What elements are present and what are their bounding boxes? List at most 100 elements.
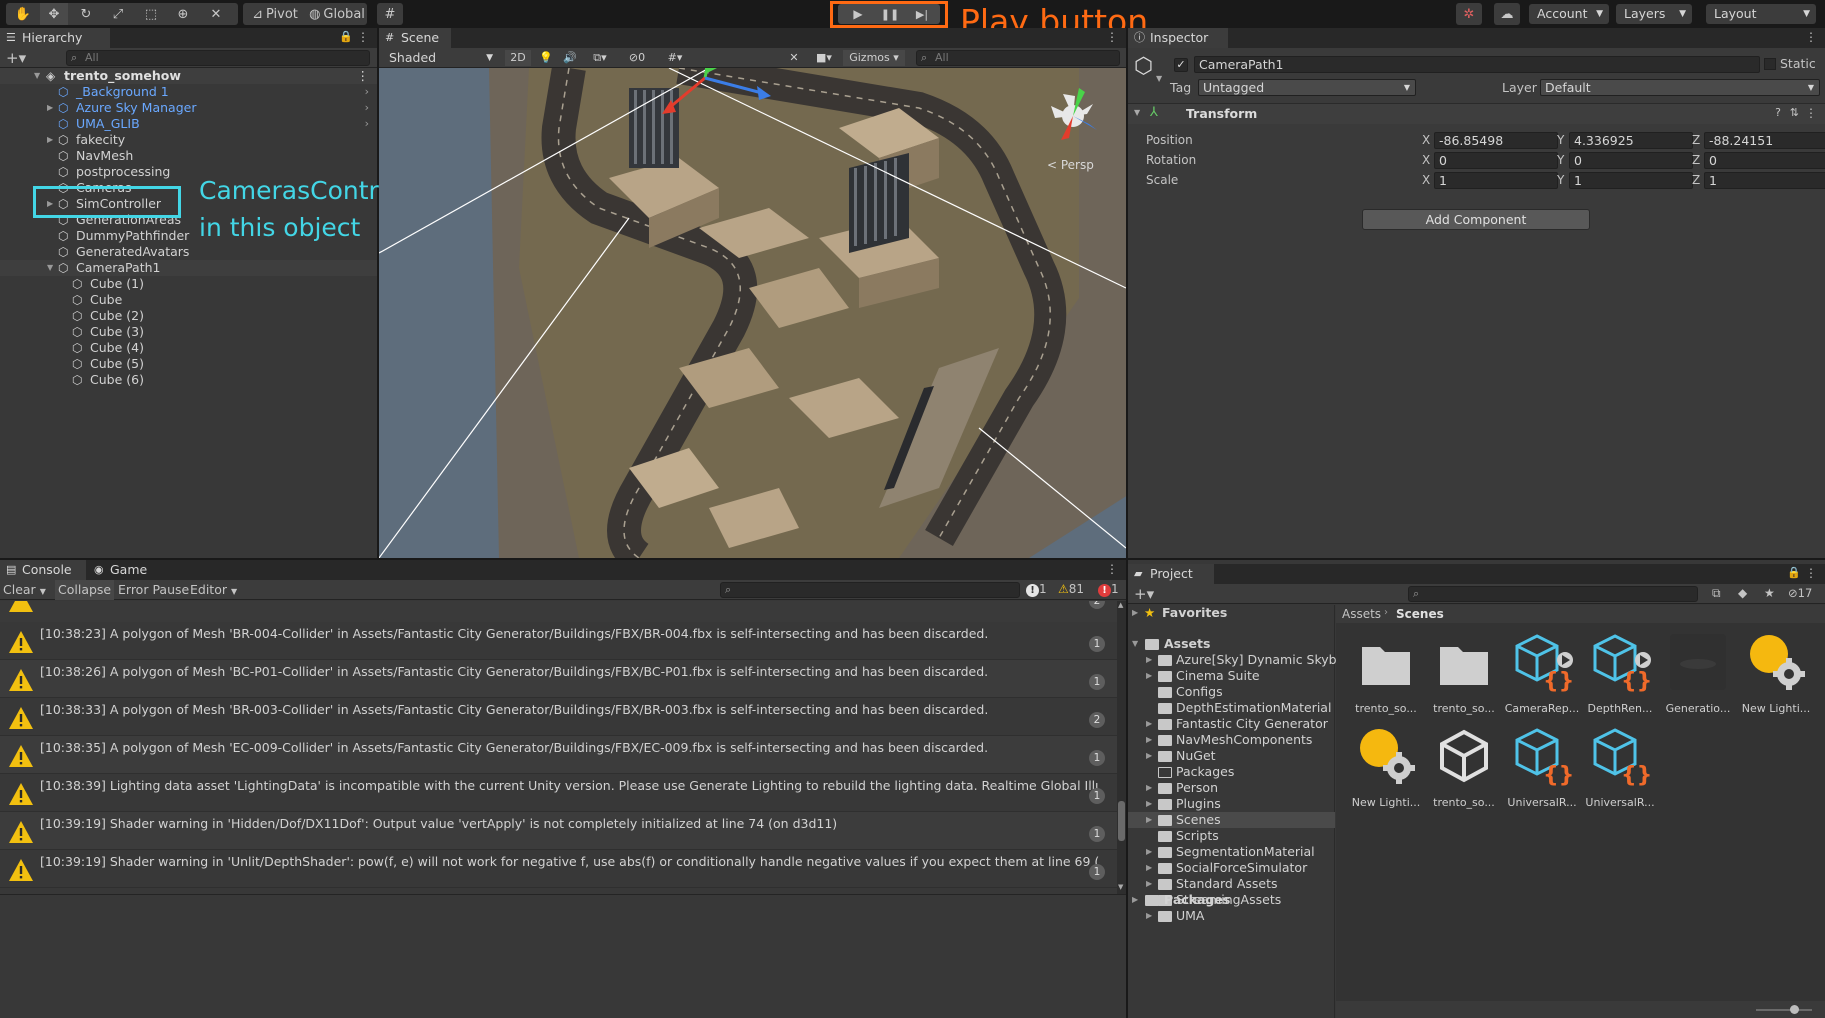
asset-item[interactable]: {} DepthRen... [1580, 627, 1660, 717]
axis-label-x[interactable]: X [1422, 172, 1430, 189]
console-scrollbar[interactable]: ▲ ▼ [1117, 601, 1126, 894]
axis-label-y[interactable]: Y [1557, 172, 1564, 189]
asset-item[interactable]: trento_so... [1424, 721, 1504, 811]
tab-scene[interactable]: # Scene [379, 28, 451, 48]
asset-item[interactable]: trento_so... [1346, 627, 1426, 717]
more-menu-icon[interactable]: ⋮ [1106, 562, 1118, 576]
tab-hierarchy[interactable]: ☰ Hierarchy [0, 28, 110, 48]
log-row-partial[interactable]: 2 [0, 601, 1117, 622]
label-icon[interactable]: ◆ [1738, 586, 1747, 600]
static-checkbox[interactable] [1764, 58, 1776, 70]
grid-toggle-icon[interactable]: #▾ [658, 50, 692, 66]
play-button-icon[interactable]: ▶ [845, 4, 871, 24]
object-name-field[interactable]: CameraPath1 [1194, 56, 1760, 73]
effects-toggle-icon[interactable]: ⧉▾ [584, 50, 616, 66]
breadcrumb-scenes[interactable]: Scenes [1396, 607, 1444, 621]
audio-toggle-icon[interactable]: 🔊 [559, 50, 581, 66]
rect-tool-icon[interactable]: ⬚ [138, 3, 164, 25]
folder-row[interactable]: ▶ Azure[Sky] Dynamic Skybox [1128, 652, 1351, 668]
project-search-input[interactable]: ⌕ [1408, 586, 1698, 602]
more-menu-icon[interactable]: ⋮ [1805, 106, 1817, 120]
layers-dropdown[interactable]: Layers ▼ [1616, 4, 1692, 24]
log-row[interactable]: [10:38:35] A polygon of Mesh 'EC-009-Col… [0, 736, 1117, 774]
perspective-label[interactable]: < Persp [1047, 158, 1094, 172]
transform-y-field[interactable]: 4.336925 [1569, 132, 1693, 149]
hierarchy-item[interactable]: ⬡ UMA_GLIB › [0, 116, 377, 132]
transform-z-field[interactable]: -88.24151 [1704, 132, 1825, 149]
hierarchy-item[interactable]: ⬡ Cube [0, 292, 377, 308]
transform-x-field[interactable]: 0 [1434, 152, 1558, 169]
scene-viewport[interactable]: < Persp [379, 68, 1126, 558]
chevron-right-icon[interactable]: › [365, 116, 369, 132]
hierarchy-item[interactable]: ▶ ⬡ Azure Sky Manager › [0, 100, 377, 116]
chevron-right-icon[interactable]: › [365, 100, 369, 116]
expand-arrow-icon[interactable]: ▶ [1146, 876, 1152, 892]
gizmos-dropdown[interactable]: Gizmos ▾ [843, 50, 905, 66]
folder-row[interactable]: ▶ Scenes [1128, 812, 1335, 828]
scene-root-row[interactable]: ▼ ◈ trento_somehow ⋮ [0, 68, 377, 84]
scroll-up-icon[interactable]: ▲ [1118, 601, 1123, 609]
warning-filter-toggle[interactable]: ⚠81 [1058, 582, 1084, 596]
scroll-thumb[interactable] [1118, 801, 1125, 841]
packages-root-row[interactable]: ▶ Packages [1128, 892, 1335, 908]
hand-tool-icon[interactable]: ✋ [10, 3, 36, 25]
layer-dropdown[interactable]: Default ▼ [1540, 79, 1820, 96]
log-row[interactable]: [10:39:19] Shader warning in 'Unlit/Dept… [0, 850, 1117, 888]
hidden-packages-toggle[interactable]: ⊘17 [1788, 586, 1812, 600]
hierarchy-item[interactable]: ⬡ Cube (3) [0, 324, 377, 340]
folder-row[interactable]: ▶ NuGet [1128, 748, 1335, 764]
asset-item[interactable]: New Lighti... [1736, 627, 1816, 717]
asset-item[interactable]: {} UniversalR... [1502, 721, 1582, 811]
axis-label-y[interactable]: Y [1557, 152, 1564, 169]
favorites-row[interactable]: ▶ ★ Favorites [1128, 605, 1335, 621]
expand-arrow-icon[interactable]: ▶ [1146, 908, 1152, 924]
hierarchy-item[interactable]: ⬡ Cube (6) [0, 372, 377, 388]
log-row[interactable]: [10:38:33] A polygon of Mesh 'BR-003-Col… [0, 698, 1117, 736]
shading-mode-dropdown[interactable]: Shaded ▼ [381, 49, 499, 67]
active-checkbox[interactable]: ✓ [1174, 58, 1188, 72]
expand-arrow-icon[interactable]: ▼ [1132, 636, 1138, 652]
camera-icon[interactable]: ■▾ [809, 50, 839, 66]
account-dropdown[interactable]: Account ▼ [1529, 4, 1609, 24]
folder-row[interactable]: ▶ Person [1128, 780, 1335, 796]
expand-arrow-icon[interactable]: ▶ [1146, 668, 1152, 684]
preset-icon[interactable]: ⇅ [1790, 106, 1799, 119]
more-menu-icon[interactable]: ⋮ [1805, 566, 1817, 580]
folder-row[interactable]: Packages [1128, 764, 1335, 780]
assets-root-row[interactable]: ▼ Assets [1128, 636, 1335, 652]
folder-row[interactable]: Scripts [1128, 828, 1335, 844]
expand-arrow-icon[interactable]: ▶ [1146, 748, 1152, 764]
caret-down-icon[interactable]: ▼ [1156, 74, 1162, 83]
tab-game[interactable]: ◉ Game [88, 560, 158, 580]
expand-arrow-icon[interactable]: ▶ [1146, 796, 1152, 812]
info-filter-toggle[interactable]: ! 1 [1026, 582, 1047, 597]
rotate-tool-icon[interactable]: ↻ [73, 3, 99, 25]
transform-y-field[interactable]: 1 [1569, 172, 1693, 189]
chevron-right-icon[interactable]: › [365, 84, 369, 100]
asset-item[interactable]: {} UniversalR... [1580, 721, 1660, 811]
expand-arrow-icon[interactable]: ▼ [34, 68, 40, 84]
breadcrumb-assets[interactable]: Assets [1342, 607, 1381, 621]
transform-z-field[interactable]: 1 [1704, 172, 1825, 189]
toggle-2d-button[interactable]: 2D [505, 50, 531, 66]
lock-icon[interactable]: 🔒 [1787, 566, 1801, 579]
grid-snap-icon[interactable]: # [377, 3, 403, 25]
collapse-toggle[interactable]: Collapse [55, 580, 115, 600]
cloud-icon[interactable]: ☁ [1494, 3, 1520, 25]
asset-item[interactable]: trento_so... [1424, 627, 1504, 717]
transform-header[interactable]: ▼ ⅄ Transform ? ⇅ ⋮ [1128, 104, 1825, 124]
expand-arrow-icon[interactable]: ▶ [1132, 605, 1138, 621]
expand-arrow-icon[interactable]: ▼ [47, 260, 53, 276]
help-icon[interactable]: ? [1775, 106, 1781, 119]
star-icon[interactable]: ★ [1764, 586, 1775, 600]
hierarchy-item[interactable]: ⬡ _Background 1 › [0, 84, 377, 100]
folder-row[interactable]: Configs [1128, 684, 1335, 700]
hidden-objects-toggle[interactable]: ⊘0 [620, 50, 654, 66]
expand-arrow-icon[interactable]: ▶ [1146, 732, 1152, 748]
zoom-slider-track[interactable] [1756, 1009, 1812, 1011]
zoom-slider-handle[interactable] [1790, 1005, 1799, 1014]
step-button-icon[interactable]: ▶| [909, 4, 935, 24]
search-by-type-icon[interactable]: ⧉ [1712, 586, 1721, 601]
folder-row[interactable]: ▶ Fantastic City Generator [1128, 716, 1335, 732]
expand-arrow-icon[interactable]: ▶ [1146, 780, 1152, 796]
